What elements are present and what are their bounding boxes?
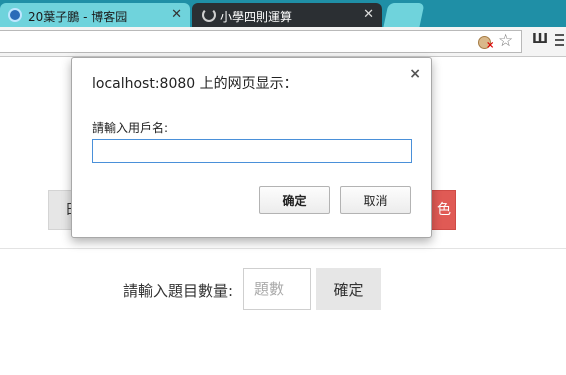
close-icon[interactable]: ×: [409, 66, 421, 82]
site-favicon-icon: [8, 8, 22, 22]
address-bar[interactable]: × ☆: [0, 30, 522, 53]
username-prompt-label: 請輸入用戶名:: [92, 121, 169, 135]
ok-button[interactable]: 确定: [259, 186, 330, 214]
tab-blog[interactable]: 20葉子鵬 - 博客园 ✕: [0, 3, 190, 27]
loading-spinner-icon: [202, 8, 216, 22]
partial-left-button[interactable]: 日: [48, 190, 73, 230]
tab-close-icon[interactable]: ✕: [171, 7, 182, 22]
confirm-button[interactable]: 確定: [316, 268, 381, 310]
tab-strip: 20葉子鵬 - 博客园 ✕ 小學四則運算 ✕: [0, 0, 566, 27]
dialog-title: localhost:8080 上的网页显示：: [92, 76, 298, 92]
question-count-input[interactable]: [243, 268, 311, 310]
extension-icon[interactable]: Ш: [532, 32, 548, 47]
tab-close-icon[interactable]: ✕: [363, 7, 374, 22]
prompt-dialog: localhost:8080 上的网页显示： × 請輸入用戶名: 确定 取消: [71, 57, 432, 238]
browser-toolbar: × ☆ Ш: [0, 27, 566, 57]
blocked-mark-icon: ×: [486, 40, 495, 51]
cancel-button[interactable]: 取消: [340, 186, 411, 214]
menu-icon[interactable]: [555, 34, 564, 49]
tab-title: 小學四則運算: [220, 10, 293, 24]
tab-title: 20葉子鵬 - 博客园: [28, 10, 128, 24]
question-count-label: 請輸入題目數量:: [123, 282, 234, 300]
tab-arithmetic[interactable]: 小學四則運算 ✕: [192, 3, 382, 27]
username-input[interactable]: [92, 139, 412, 163]
new-tab-button[interactable]: [383, 3, 425, 27]
divider: [0, 248, 566, 249]
bookmark-star-icon[interactable]: ☆: [498, 31, 513, 51]
